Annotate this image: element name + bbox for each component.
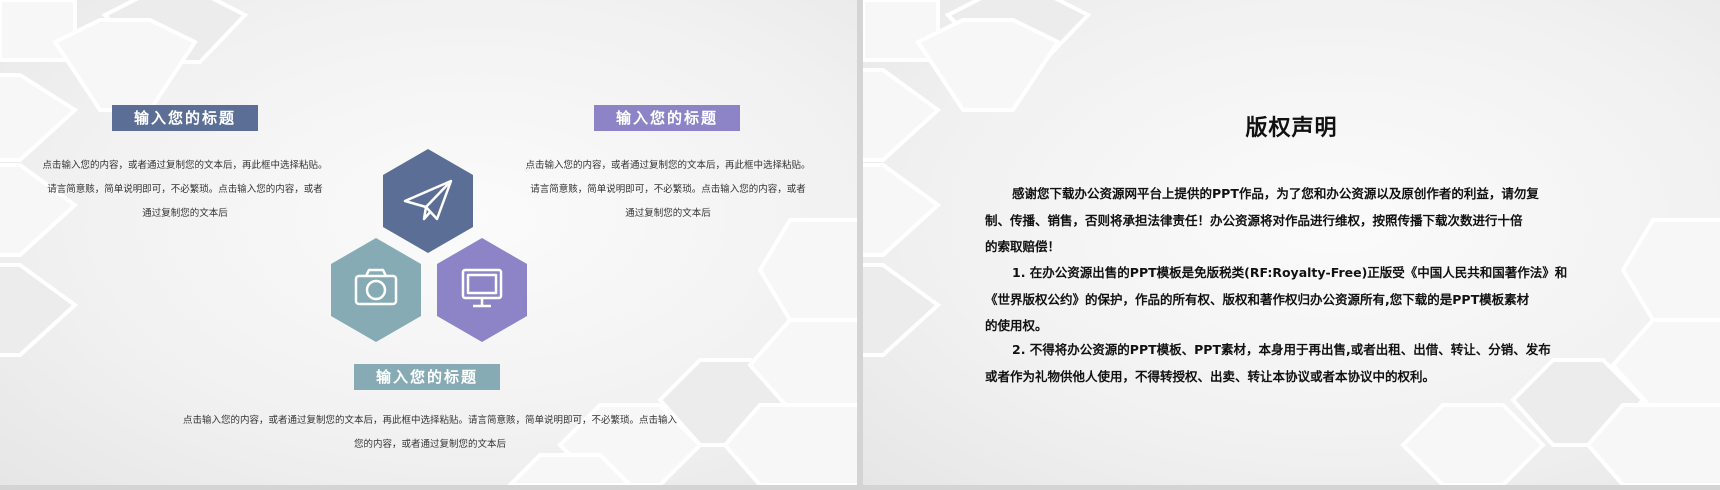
copyright-paragraph-3: 2. 不得将办公资源的PPT模板、PPT素材，本身用于再出售,或者出租、出借、转… bbox=[985, 337, 1605, 390]
paragraph-line: 制、传播、销售，否则将承担法律责任！办公资源将对作品进行维权，按照传播下载次数进… bbox=[985, 212, 1523, 228]
block2-line3: 通过复制您的文本后 bbox=[625, 208, 711, 219]
paragraph-line: 2. 不得将办公资源的PPT模板、PPT素材，本身用于再出售,或者出租、出借、转… bbox=[1012, 342, 1551, 357]
block2-text: 点击输入您的内容，或者通过复制您的文本后，再此框中选择粘贴。 请言简意赅，简单说… bbox=[503, 154, 833, 226]
hex-camera bbox=[331, 238, 421, 342]
block1-text: 点击输入您的内容，或者通过复制您的文本后，再此框中选择粘贴。 请言简意赅，简单说… bbox=[20, 154, 350, 226]
paragraph-line: 的索取赔偿！ bbox=[985, 239, 1061, 254]
paragraph-line: 感谢您下载办公资源网平台上提供的PPT作品，为了您和办公资源以及原创作者的利益，… bbox=[1012, 186, 1539, 201]
content-slide: 输入您的标题 点击输入您的内容，或者通过复制您的文本后，再此框中选择粘贴。 请言… bbox=[0, 0, 857, 485]
paragraph-line: 1. 在办公资源出售的PPT模板是免版税类(RF:Royalty-Free)正版… bbox=[1012, 265, 1568, 280]
block1-line2: 请言简意赅，简单说明即可，不必繁琐。点击输入您的内容，或者 bbox=[47, 184, 323, 195]
block1-title: 输入您的标题 bbox=[112, 105, 258, 131]
paragraph-line: 《世界版权公约》的保护，作品的所有权、版权和著作权归办公资源所有,您下载的是PP… bbox=[985, 291, 1530, 307]
copyright-slide: 版权声明 感谢您下载办公资源网平台上提供的PPT作品，为了您和办公资源以及原创作… bbox=[863, 0, 1720, 485]
paragraph-line: 或者作为礼物供他人使用，不得转授权、出卖、转让本协议或者本协议中的权利。 bbox=[985, 368, 1436, 384]
block3-line1: 点击输入您的内容，或者通过复制您的文本后，再此框中选择粘贴。请言简意赅，简单说明… bbox=[182, 415, 677, 426]
hex-monitor bbox=[437, 238, 527, 342]
block1-line3: 通过复制您的文本后 bbox=[142, 208, 228, 219]
copyright-paragraph-1: 感谢您下载办公资源网平台上提供的PPT作品，为了您和办公资源以及原创作者的利益，… bbox=[985, 181, 1605, 261]
block2-title: 输入您的标题 bbox=[594, 105, 740, 131]
paragraph-line: 的使用权。 bbox=[985, 318, 1048, 333]
block2-line1: 点击输入您的内容，或者通过复制您的文本后，再此框中选择粘贴。 bbox=[525, 160, 811, 171]
copyright-title: 版权声明 bbox=[1245, 116, 1338, 141]
block2-line2: 请言简意赅，简单说明即可，不必繁琐。点击输入您的内容，或者 bbox=[530, 184, 806, 195]
block3-line2: 您的内容，或者通过复制您的文本后 bbox=[353, 439, 506, 450]
copyright-paragraph-2: 1. 在办公资源出售的PPT模板是免版税类(RF:Royalty-Free)正版… bbox=[985, 260, 1605, 340]
block3-title: 输入您的标题 bbox=[354, 364, 500, 390]
block3-text: 点击输入您的内容，或者通过复制您的文本后，再此框中选择粘贴。请言简意赅，简单说明… bbox=[150, 409, 710, 457]
block1-line1: 点击输入您的内容，或者通过复制您的文本后，再此框中选择粘贴。 bbox=[42, 160, 328, 171]
